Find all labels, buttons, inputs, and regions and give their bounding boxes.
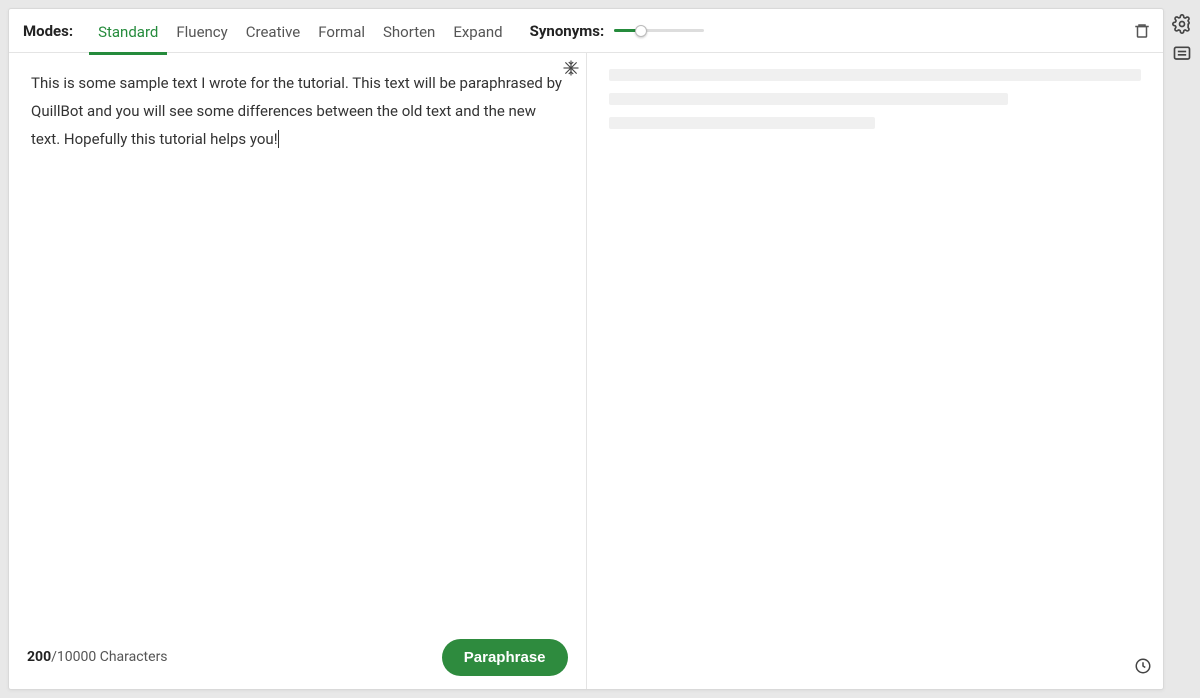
app-container: Modes: Standard Fluency Creative Formal … [8, 8, 1164, 690]
mode-tabs: Standard Fluency Creative Formal Shorten… [89, 9, 512, 52]
char-count-max: 10000 [57, 649, 96, 665]
side-rail [1170, 14, 1194, 64]
tab-creative[interactable]: Creative [237, 12, 310, 55]
freeze-icon[interactable] [562, 59, 580, 77]
tab-expand[interactable]: Expand [444, 12, 511, 55]
input-footer: 200/10000 Characters Paraphrase [9, 633, 586, 689]
placeholder-line [609, 93, 1008, 105]
placeholder-line [609, 69, 1142, 81]
tab-formal[interactable]: Formal [309, 12, 374, 55]
char-count-current: 200 [27, 649, 51, 665]
output-placeholder [587, 53, 1164, 157]
tab-fluency[interactable]: Fluency [167, 12, 236, 55]
modes-label: Modes: [23, 22, 73, 40]
synonyms-slider[interactable] [614, 21, 704, 41]
character-counter: 200/10000 Characters [27, 649, 168, 665]
output-footer [1123, 643, 1163, 689]
synonyms-label: Synonyms: [530, 22, 605, 40]
paraphrase-button[interactable]: Paraphrase [442, 639, 568, 676]
text-cursor [278, 130, 279, 148]
slider-thumb[interactable] [635, 25, 647, 37]
tab-shorten[interactable]: Shorten [374, 12, 444, 55]
header-bar: Modes: Standard Fluency Creative Formal … [9, 9, 1163, 53]
tab-standard[interactable]: Standard [89, 12, 167, 55]
panels-body: This is some sample text I wrote for the… [9, 53, 1163, 689]
input-text-content: This is some sample text I wrote for the… [31, 74, 562, 148]
input-textarea[interactable]: This is some sample text I wrote for the… [9, 53, 586, 169]
placeholder-line [609, 117, 875, 129]
trash-icon[interactable] [1133, 21, 1151, 41]
input-panel: This is some sample text I wrote for the… [9, 53, 587, 689]
history-icon[interactable] [1134, 657, 1152, 675]
settings-icon[interactable] [1172, 14, 1192, 34]
feedback-icon[interactable] [1172, 44, 1192, 64]
char-count-suffix: Characters [96, 649, 167, 665]
output-panel [587, 53, 1164, 689]
